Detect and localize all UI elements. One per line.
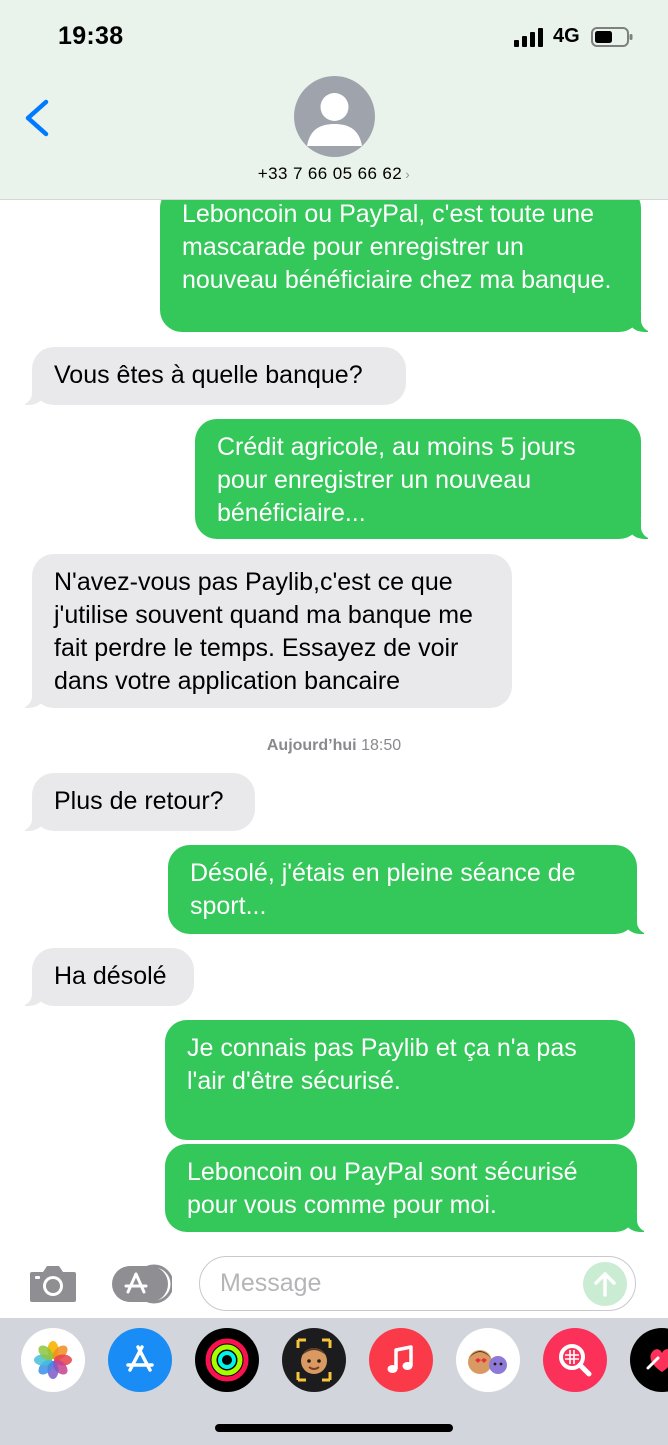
- fitness-app-button[interactable]: [195, 1328, 259, 1392]
- image-search-app-button[interactable]: [543, 1328, 607, 1392]
- message-text: Leboncoin ou PayPal sont sécurisé pour v…: [187, 1158, 578, 1219]
- cellular-signal-icon: [514, 28, 543, 47]
- camera-icon[interactable]: [28, 1262, 78, 1304]
- timestamp-time: 18:50: [361, 737, 402, 754]
- message-text: Plus de retour?: [54, 787, 224, 815]
- app-store-app-button[interactable]: [108, 1328, 172, 1392]
- message-text: N'avez-vous pas Paylib,c'est ce que j'ut…: [54, 568, 473, 695]
- digital-touch-app-button[interactable]: [630, 1328, 668, 1392]
- message-text: Vous êtes à quelle banque?: [54, 361, 363, 389]
- message-bubble-incoming[interactable]: Ha désolé: [6, 948, 194, 1006]
- memoji-app-button[interactable]: [282, 1328, 346, 1392]
- app-store-apps-icon[interactable]: [110, 1264, 172, 1304]
- message-bubble-outgoing[interactable]: Leboncoin ou PayPal sont sécurisé pour v…: [165, 1144, 663, 1232]
- message-bubble-outgoing[interactable]: Je connais pas Paylib et ça n'a pas l'ai…: [165, 1020, 635, 1140]
- message-bubble-outgoing[interactable]: Leboncoin ou PayPal, c'est toute une mas…: [160, 186, 667, 332]
- message-text: Je connais pas Paylib et ça n'a pas l'ai…: [187, 1034, 577, 1095]
- photos-app-button[interactable]: [21, 1328, 85, 1392]
- chevron-right-icon: ›: [405, 166, 411, 182]
- arrow-up-icon: [594, 1272, 616, 1297]
- app-store-icon: [126, 1345, 154, 1372]
- home-indicator: [215, 1424, 453, 1432]
- message-text: Ha désolé: [54, 962, 167, 990]
- status-bar-time: 19:38: [58, 22, 124, 50]
- music-icon: [387, 1345, 413, 1373]
- back-chevron-icon[interactable]: [20, 96, 56, 140]
- message-bubble-outgoing[interactable]: Désolé, j'étais en pleine séance de spor…: [168, 845, 663, 934]
- message-input[interactable]: [199, 1256, 636, 1311]
- message-bubble-outgoing[interactable]: Crédit agricole, au moins 5 jours pour e…: [195, 419, 667, 539]
- contact-number: +33 7 66 05 66 62: [257, 164, 403, 183]
- message-bubble-incoming[interactable]: Plus de retour?: [6, 773, 255, 831]
- message-bubble-incoming[interactable]: N'avez-vous pas Paylib,c'est ce que j'ut…: [6, 554, 512, 708]
- fitness-icon: [205, 1338, 249, 1382]
- contact-name-button[interactable]: +33 7 66 05 66 62 ›: [0, 164, 668, 184]
- message-text: Leboncoin ou PayPal, c'est toute une mas…: [182, 200, 612, 294]
- conversation-timestamp: Aujourd’hui 18:50: [0, 737, 668, 755]
- timestamp-day: Aujourd’hui: [266, 737, 357, 754]
- contact-avatar[interactable]: [294, 76, 375, 157]
- memoji-stickers-icon: [468, 1350, 507, 1374]
- message-bubble-incoming[interactable]: Vous êtes à quelle banque?: [6, 347, 406, 405]
- message-text: Désolé, j'étais en pleine séance de spor…: [190, 859, 576, 920]
- photos-icon: [34, 1341, 72, 1379]
- person-silhouette-icon: [307, 93, 362, 146]
- digital-touch-icon: [646, 1349, 668, 1372]
- conversation-header: 19:38 4G +33 7 66 05 66 62 ›: [0, 0, 668, 200]
- battery-icon: [591, 27, 633, 47]
- message-text: Crédit agricole, au moins 5 jours pour e…: [217, 433, 576, 527]
- network-type: 4G: [553, 25, 580, 47]
- search-images-icon: [559, 1344, 592, 1377]
- memoji-icon: [296, 1338, 332, 1382]
- send-button[interactable]: [583, 1262, 627, 1306]
- music-app-button[interactable]: [369, 1328, 433, 1392]
- memoji-stickers-app-button[interactable]: [456, 1328, 520, 1392]
